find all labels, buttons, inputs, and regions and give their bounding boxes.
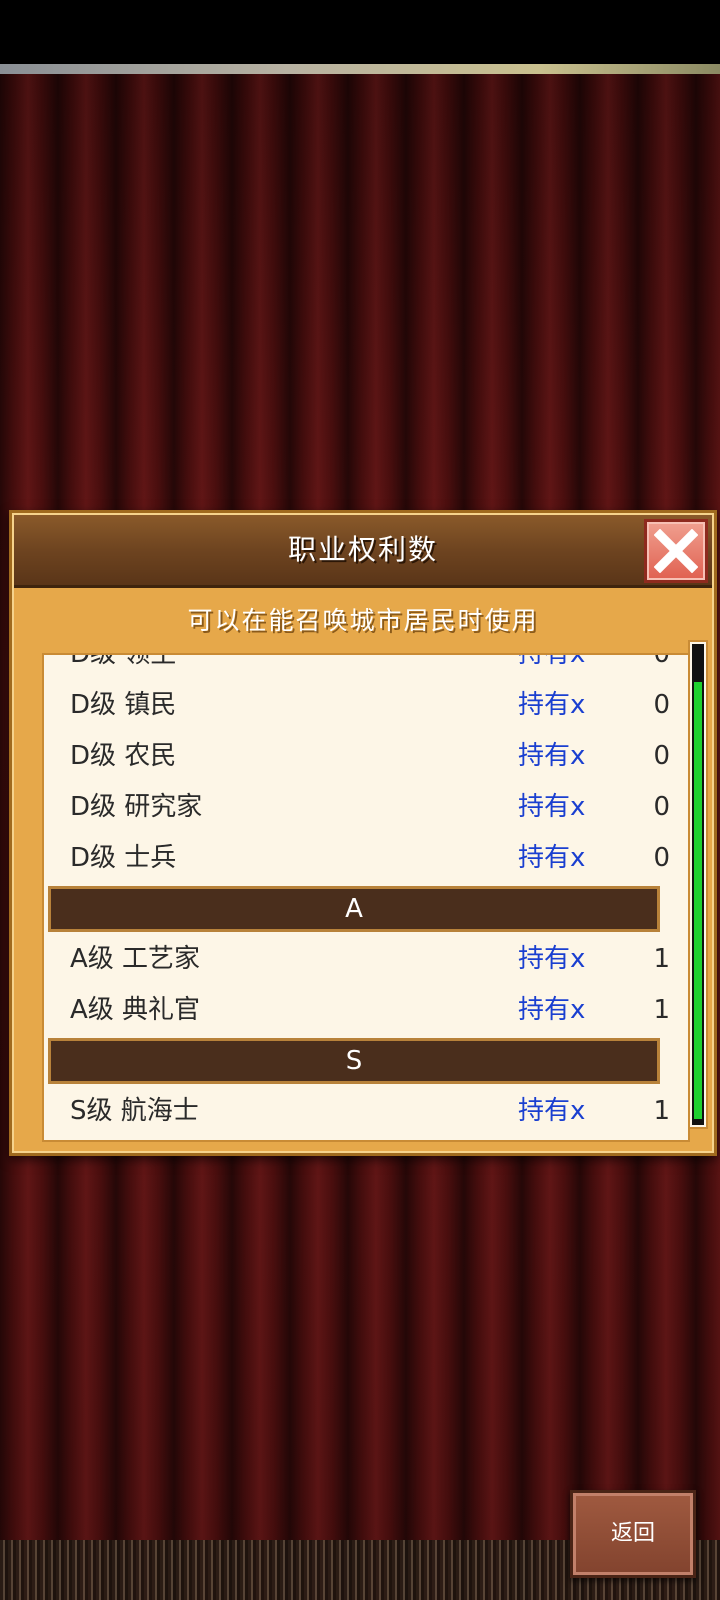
holding-count: 1 <box>653 1096 670 1126</box>
scrollbar[interactable] <box>688 640 708 1129</box>
holding-count: 0 <box>653 792 670 822</box>
job-name: D级 研究家 <box>70 792 203 822</box>
holding-count: 1 <box>653 944 670 974</box>
holding-count: 0 <box>653 690 670 720</box>
dialog-title: 职业权利数 <box>287 533 438 566</box>
list-item[interactable]: D级 研究家 持有x 0 <box>44 782 670 833</box>
list-item[interactable]: D级 士兵 持有x 0 <box>44 833 670 884</box>
job-name: D级 镇民 <box>70 690 177 720</box>
section-header: S <box>48 1038 660 1084</box>
dialog-header: 职业权利数 <box>14 515 712 588</box>
scrollbar-track <box>692 644 704 1125</box>
job-name: A级 典礼官 <box>70 995 201 1025</box>
job-name: S级 航海士 <box>70 1096 199 1126</box>
holding-count: 1 <box>653 995 670 1025</box>
list-item[interactable]: D级 领主 持有x 0 <box>44 653 670 680</box>
close-button[interactable] <box>644 519 708 583</box>
list-item[interactable]: S级 航海士 持有x 1 <box>44 1086 670 1137</box>
list-item[interactable]: D级 镇民 持有x 0 <box>44 680 670 731</box>
job-name: D级 领主 <box>70 653 177 669</box>
holding-label: 持有x <box>518 792 586 822</box>
holding-label: 持有x <box>518 995 586 1025</box>
close-icon <box>654 529 698 573</box>
list-scroll-content: D级 领主 持有x 0 D级 镇民 持有x 0 D级 农民 持有x 0 D级 研究家 持有x 0 D级 … <box>44 653 670 1137</box>
dialog-subtitle: 可以在能召唤城市居民时使用 <box>187 606 539 635</box>
scrollbar-thumb[interactable] <box>694 682 702 1119</box>
job-name: A级 工艺家 <box>70 944 201 974</box>
list-item[interactable]: A级 工艺家 持有x 1 <box>44 934 670 985</box>
holding-label: 持有x <box>518 741 586 771</box>
holding-label: 持有x <box>518 843 586 873</box>
back-button[interactable]: 返回 <box>570 1490 696 1578</box>
job-rights-list[interactable]: D级 领主 持有x 0 D级 镇民 持有x 0 D级 农民 持有x 0 D级 研究家 持有x 0 D级 … <box>42 653 690 1142</box>
list-item[interactable]: A级 典礼官 持有x 1 <box>44 985 670 1036</box>
status-bar <box>0 0 720 64</box>
holding-label: 持有x <box>518 944 586 974</box>
holding-count: 0 <box>653 741 670 771</box>
holding-label: 持有x <box>518 1096 586 1126</box>
holding-count: 0 <box>653 653 670 669</box>
job-name: D级 农民 <box>70 741 177 771</box>
list-item[interactable]: D级 农民 持有x 0 <box>44 731 670 782</box>
holding-label: 持有x <box>518 690 586 720</box>
section-header: A <box>48 886 660 932</box>
job-rights-dialog: 职业权利数 可以在能召唤城市居民时使用 D级 领主 持有x 0 D级 镇民 持有x 0 D级… <box>9 510 717 1156</box>
top-strip <box>0 64 720 74</box>
holding-label: 持有x <box>518 653 586 669</box>
holding-count: 0 <box>653 843 670 873</box>
job-name: D级 士兵 <box>70 843 177 873</box>
